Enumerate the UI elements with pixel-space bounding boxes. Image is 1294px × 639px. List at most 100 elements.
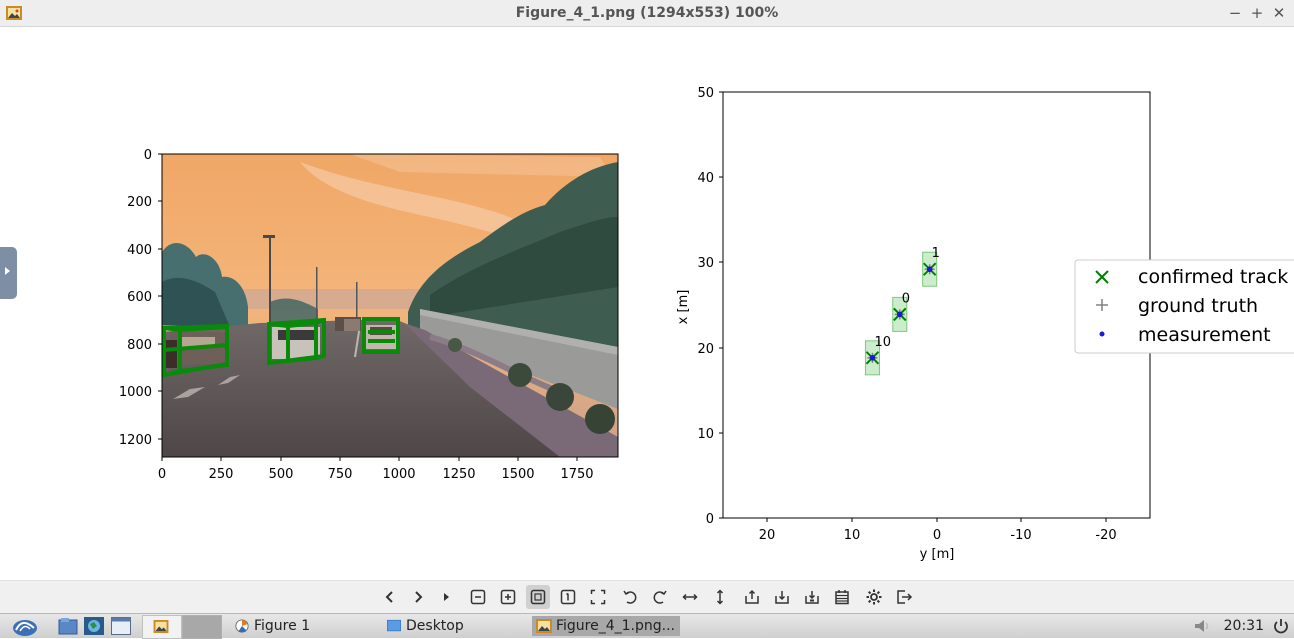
tracking-ytick-label: 30 <box>697 256 714 271</box>
tracking-xticks <box>766 518 1107 522</box>
figure-image: 0 200 400 600 800 1000 1200 0 250 500 75… <box>119 86 1294 562</box>
chevron-left-icon <box>385 591 393 603</box>
save-as-icon <box>805 591 819 604</box>
terminal-icon[interactable] <box>111 617 131 635</box>
image-viewer-app-icon <box>153 620 169 633</box>
task-label: Figure_4_1.png... <box>556 618 676 634</box>
save-icon <box>775 591 789 604</box>
rotate-right-button[interactable] <box>648 585 672 609</box>
workspace-1[interactable] <box>142 615 182 639</box>
save-as-button[interactable] <box>800 585 824 609</box>
flip-horizontal-icon <box>682 593 698 601</box>
power-icon[interactable] <box>1272 617 1290 635</box>
camera-ytick-label: 400 <box>127 243 152 258</box>
open-button[interactable] <box>740 585 764 609</box>
tracking-axes: 0 10 20 30 40 50 20 10 0 -10 -20 y [m] x… <box>676 86 1294 562</box>
task-desktop[interactable]: Desktop <box>382 616 530 636</box>
save-button[interactable] <box>770 585 794 609</box>
task-image-viewer[interactable]: Figure_4_1.png... <box>532 616 680 636</box>
file-manager-icon[interactable] <box>58 617 78 635</box>
delete-button[interactable] <box>830 585 854 609</box>
tracking-ylabel: x [m] <box>676 290 691 325</box>
tracking-xlabel: y [m] <box>920 547 955 562</box>
window-title: Figure_4_1.png (1294x553) 100% <box>515 5 779 21</box>
start-menu-icon[interactable] <box>12 616 38 636</box>
tracking-xtick-label: 0 <box>933 528 941 543</box>
next-button[interactable] <box>406 585 430 609</box>
task-label: Desktop <box>406 618 464 634</box>
zoom-out-icon <box>470 589 486 605</box>
measurement-marker <box>926 266 933 273</box>
tracking-ytick-label: 40 <box>697 171 714 186</box>
camera-ytick-label: 200 <box>127 195 152 210</box>
tracking-yticks <box>719 91 723 519</box>
camera-xtick-label: 1250 <box>442 467 475 482</box>
clock: 20:31 <box>1223 618 1264 634</box>
preferences-button[interactable] <box>862 585 886 609</box>
camera-ytick-label: 800 <box>127 338 152 353</box>
play-icon <box>444 593 449 601</box>
legend-label-measurement: measurement <box>1138 324 1271 346</box>
camera-ytick-label: 600 <box>127 290 152 305</box>
camera-xtick-label: 250 <box>209 467 234 482</box>
legend: confirmed track ground truth measurement <box>1074 259 1294 354</box>
zoom-in-icon <box>500 589 516 605</box>
tracking-xtick-label: 10 <box>844 528 861 543</box>
close-button[interactable]: ✕ <box>1269 3 1289 23</box>
side-panel-toggle[interactable] <box>0 247 17 299</box>
image-canvas[interactable]: 0 200 400 600 800 1000 1200 0 250 500 75… <box>0 27 1294 580</box>
fullscreen-button[interactable] <box>586 585 610 609</box>
tracking-ytick-label: 20 <box>697 342 714 357</box>
fullscreen-icon <box>590 589 606 605</box>
previous-button[interactable] <box>378 585 402 609</box>
track-id-label: 10 <box>874 335 891 350</box>
tracking-xtick-label: -10 <box>1010 528 1031 543</box>
task-figure-1[interactable]: Figure 1 <box>230 616 380 636</box>
delete-icon <box>835 590 849 605</box>
camera-photo <box>162 154 618 457</box>
gear-icon <box>866 589 882 605</box>
flip-vertical-button[interactable] <box>708 585 732 609</box>
title-bar: Figure_4_1.png (1294x553) 100% − + ✕ <box>0 0 1294 27</box>
task-label: Figure 1 <box>254 618 311 634</box>
workspace-2[interactable] <box>182 615 222 639</box>
camera-xtick-label: 750 <box>328 467 353 482</box>
flip-vertical-icon <box>716 589 724 605</box>
open-icon <box>745 589 759 604</box>
exit-button[interactable] <box>892 585 916 609</box>
original-size-button[interactable] <box>556 585 580 609</box>
measurement-marker <box>896 311 903 318</box>
zoom-in-button[interactable] <box>496 585 520 609</box>
camera-xtick-label: 1750 <box>560 467 593 482</box>
tracking-xtick-label: -20 <box>1095 528 1116 543</box>
zoom-out-button[interactable] <box>466 585 490 609</box>
browser-icon[interactable] <box>84 617 104 635</box>
maximize-button[interactable]: + <box>1247 3 1267 23</box>
camera-xtick-label: 1500 <box>501 467 534 482</box>
taskbar: Figure 1 Desktop Figure_4_1.png... 20:31 <box>0 613 1294 639</box>
camera-ytick-label: 1000 <box>119 385 152 400</box>
image-viewer-app-icon <box>536 619 552 633</box>
play-button[interactable] <box>434 585 458 609</box>
viewer-toolbar <box>0 580 1294 613</box>
fit-button[interactable] <box>526 585 550 609</box>
rotate-left-button[interactable] <box>618 585 642 609</box>
camera-xtick-label: 1000 <box>382 467 415 482</box>
volume-icon[interactable] <box>1193 618 1213 634</box>
exit-icon <box>897 590 913 604</box>
legend-label-confirmed-track: confirmed track <box>1138 266 1288 288</box>
fit-icon <box>530 589 546 605</box>
original-size-icon <box>560 589 576 605</box>
flip-horizontal-button[interactable] <box>678 585 702 609</box>
track-id-label: 0 <box>902 291 910 306</box>
legend-marker-measurement <box>1099 331 1105 337</box>
track-id-label: 1 <box>932 246 940 261</box>
minimize-button[interactable]: − <box>1225 3 1245 23</box>
matplotlib-icon <box>235 619 249 633</box>
camera-xtick-label: 500 <box>269 467 294 482</box>
camera-axes: 0 200 400 600 800 1000 1200 0 250 500 75… <box>119 148 619 482</box>
tracking-ytick-label: 0 <box>706 512 714 527</box>
rotate-right-icon <box>653 590 667 604</box>
camera-xticks <box>161 457 578 461</box>
rotate-left-icon <box>623 590 637 604</box>
